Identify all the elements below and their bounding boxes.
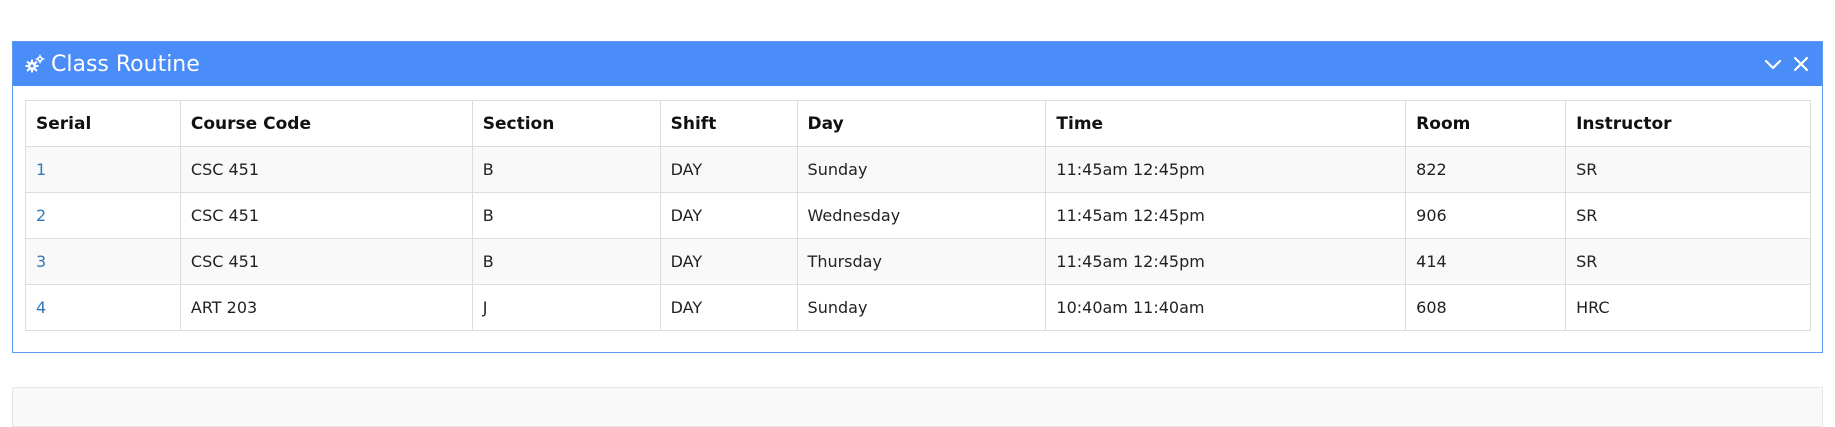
shift-cell: DAY	[659, 284, 798, 331]
column-header-course-code[interactable]: Course Code	[179, 100, 473, 147]
panel-header: Class Routine	[13, 42, 1822, 86]
section-cell: B	[471, 192, 661, 239]
next-panel	[12, 387, 1823, 427]
gears-icon	[25, 54, 45, 74]
course-code-cell: CSC 451	[179, 238, 473, 285]
time-cell: 11:45am 12:45pm	[1045, 146, 1407, 193]
column-header-section[interactable]: Section	[471, 100, 661, 147]
column-header-instructor[interactable]: Instructor	[1565, 100, 1811, 147]
time-cell: 11:45am 12:45pm	[1045, 238, 1407, 285]
serial-link[interactable]: 2	[36, 206, 46, 225]
panel-tools	[1764, 55, 1810, 73]
shift-cell: DAY	[659, 192, 798, 239]
column-header-serial[interactable]: Serial	[25, 100, 181, 147]
serial-cell: 1	[25, 146, 181, 193]
serial-cell: 2	[25, 192, 181, 239]
day-cell: Sunday	[796, 146, 1047, 193]
chevron-down-icon[interactable]	[1764, 55, 1782, 73]
column-header-shift[interactable]: Shift	[659, 100, 798, 147]
instructor-cell: SR	[1565, 146, 1811, 193]
time-cell: 11:45am 12:45pm	[1045, 192, 1407, 239]
close-icon[interactable]	[1792, 55, 1810, 73]
section-cell: J	[471, 284, 661, 331]
table-row: 2 CSC 451 B DAY Wednesday 11:45am 12:45p…	[25, 192, 1811, 239]
shift-cell: DAY	[659, 238, 798, 285]
serial-link[interactable]: 4	[36, 298, 46, 317]
course-code-cell: CSC 451	[179, 146, 473, 193]
column-header-day[interactable]: Day	[796, 100, 1047, 147]
serial-link[interactable]: 1	[36, 160, 46, 179]
room-cell: 906	[1405, 192, 1567, 239]
room-cell: 608	[1405, 284, 1567, 331]
time-cell: 10:40am 11:40am	[1045, 284, 1407, 331]
panel-title: Class Routine	[51, 51, 200, 77]
course-code-cell: CSC 451	[179, 192, 473, 239]
instructor-cell: SR	[1565, 192, 1811, 239]
class-routine-table: Serial Course Code Section Shift Day Tim…	[25, 100, 1811, 331]
room-cell: 414	[1405, 238, 1567, 285]
room-cell: 822	[1405, 146, 1567, 193]
course-code-cell: ART 203	[179, 284, 473, 331]
serial-cell: 4	[25, 284, 181, 331]
shift-cell: DAY	[659, 146, 798, 193]
table-row: 3 CSC 451 B DAY Thursday 11:45am 12:45pm…	[25, 238, 1811, 285]
instructor-cell: SR	[1565, 238, 1811, 285]
column-header-room[interactable]: Room	[1405, 100, 1567, 147]
day-cell: Sunday	[796, 284, 1047, 331]
table-row: 1 CSC 451 B DAY Sunday 11:45am 12:45pm 8…	[25, 146, 1811, 193]
serial-cell: 3	[25, 238, 181, 285]
panel-body: Serial Course Code Section Shift Day Tim…	[13, 86, 1822, 331]
section-cell: B	[471, 238, 661, 285]
column-header-time[interactable]: Time	[1045, 100, 1407, 147]
serial-link[interactable]: 3	[36, 252, 46, 271]
table-row: 4 ART 203 J DAY Sunday 10:40am 11:40am 6…	[25, 284, 1811, 331]
day-cell: Wednesday	[796, 192, 1047, 239]
class-routine-panel: Class Routine Serial Course Code Section…	[12, 41, 1823, 353]
day-cell: Thursday	[796, 238, 1047, 285]
panel-caption: Class Routine	[25, 52, 200, 77]
instructor-cell: HRC	[1565, 284, 1811, 331]
table-header-row: Serial Course Code Section Shift Day Tim…	[25, 100, 1811, 147]
section-cell: B	[471, 146, 661, 193]
